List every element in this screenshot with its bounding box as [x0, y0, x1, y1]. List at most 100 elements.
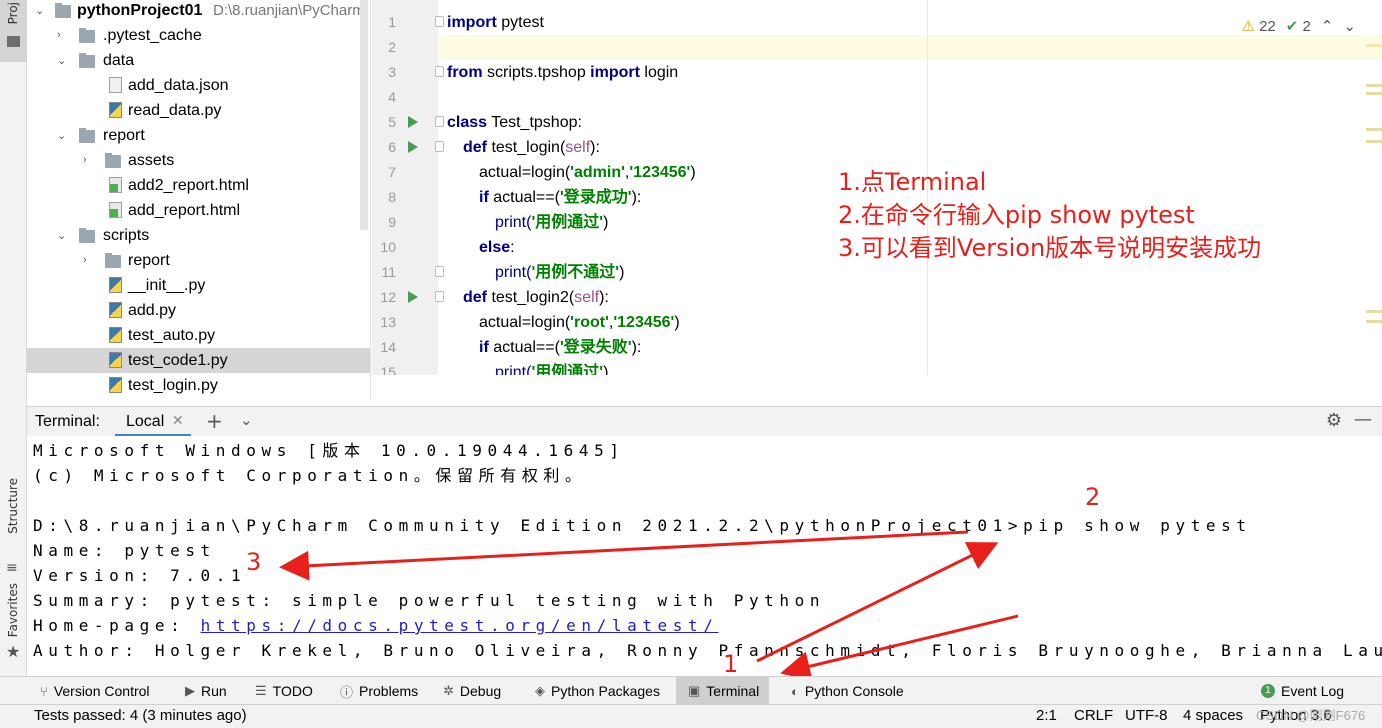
tree-item-scripts[interactable]: ⌄ scripts — [27, 223, 370, 248]
bug-icon: ✲ — [443, 683, 454, 698]
chevron-down-icon[interactable]: ⌄ — [57, 129, 67, 142]
scroll-mark[interactable] — [1366, 84, 1382, 87]
scroll-mark[interactable] — [1366, 140, 1382, 143]
minimize-icon[interactable]: — — [1354, 409, 1372, 430]
code-line-1: import pytest — [447, 14, 544, 31]
add-tab-icon[interactable]: + — [206, 409, 223, 433]
homepage-link[interactable]: https://docs.pytest.org/en/latest/ — [201, 616, 719, 635]
tree-item-add-py[interactable]: add.py — [27, 298, 370, 323]
tool-python-console[interactable]: ◐ Python Console — [791, 677, 904, 705]
inspection-widget[interactable]: ⚠ 22 ✔ 2 ⌃ ⌄ — [1241, 17, 1356, 35]
fold-marker-icon[interactable] — [435, 16, 444, 27]
warning-indicator[interactable]: ⚠ 22 — [1241, 17, 1275, 35]
folder-icon — [7, 36, 20, 47]
fold-marker-icon[interactable] — [435, 266, 444, 277]
annotation-step-2: 2.在命令行输入pip show pytest — [838, 201, 1195, 229]
tree-item-assets[interactable]: › assets — [27, 148, 370, 173]
event-count-badge: 1 — [1261, 684, 1275, 698]
line-number: 7 — [388, 164, 396, 180]
chevron-right-icon[interactable]: › — [83, 254, 93, 266]
python-file-icon — [109, 277, 122, 293]
gear-icon[interactable]: ⚙ — [1326, 410, 1342, 431]
tree-item-label: __init__.py — [128, 276, 206, 294]
tree-item-scripts-report[interactable]: › report — [27, 248, 370, 273]
favorites-tool-tab[interactable]: Favorites — [6, 583, 20, 637]
tree-item-label: add.py — [128, 301, 177, 319]
tool-problems[interactable]: ⓘ Problems — [340, 677, 418, 705]
fold-marker-icon[interactable] — [435, 66, 444, 77]
branch-icon: ⑂ — [40, 683, 48, 699]
chevron-down-icon[interactable]: ⌄ — [240, 411, 253, 429]
tree-item-init-py[interactable]: __init__.py — [27, 273, 370, 298]
tab-local[interactable]: Local ✕ — [115, 407, 191, 437]
marker-1: 1 — [723, 650, 739, 678]
tree-item-report[interactable]: ⌄ report — [27, 123, 370, 148]
run-class-icon[interactable] — [408, 116, 418, 128]
code-line-5: class Test_tpshop: — [447, 114, 582, 131]
python-file-icon — [109, 302, 122, 318]
chevron-up-icon[interactable]: ⌃ — [1321, 17, 1334, 35]
close-icon[interactable]: ✕ — [172, 413, 184, 429]
file-encoding[interactable]: UTF-8 — [1125, 707, 1168, 724]
ok-indicator[interactable]: ✔ 2 — [1286, 17, 1311, 35]
tree-item-read-data-py[interactable]: read_data.py — [27, 98, 370, 123]
scroll-mark[interactable] — [1366, 44, 1382, 47]
chevron-right-icon[interactable]: › — [57, 29, 67, 41]
terminal-line: Name: pytest — [33, 541, 216, 560]
tree-item-test-auto-py[interactable]: test_auto.py — [27, 323, 370, 348]
folder-icon — [79, 128, 95, 143]
tree-item-pytest-cache[interactable]: › .pytest_cache — [27, 23, 370, 48]
tree-item-add-report-html[interactable]: add_report.html — [27, 198, 370, 223]
scroll-mark[interactable] — [1366, 128, 1382, 131]
run-test-icon[interactable] — [408, 291, 418, 303]
tool-python-packages[interactable]: ◈ Python Packages — [535, 677, 660, 705]
info-icon: ⓘ — [340, 684, 354, 700]
fold-marker-icon[interactable] — [435, 141, 444, 152]
code-line-6: def test_login(self): — [463, 139, 600, 156]
json-file-icon — [109, 77, 122, 93]
run-test-icon[interactable] — [408, 141, 418, 153]
chevron-down-icon[interactable]: ⌄ — [35, 4, 45, 17]
indent-setting[interactable]: 4 spaces — [1183, 707, 1243, 724]
python-file-icon — [109, 327, 122, 343]
tree-item-data[interactable]: ⌄ data — [27, 48, 370, 73]
caret-position[interactable]: 2:1 — [1036, 707, 1057, 724]
code-line-7: actual=login('admin','123456') — [479, 164, 696, 181]
fold-marker-icon[interactable] — [435, 116, 444, 127]
line-number: 10 — [380, 239, 396, 255]
project-tree: ⌄ pythonProject01 D:\8.ruanjian\PyCharm … — [27, 0, 371, 401]
tool-run[interactable]: ▶ Run — [185, 677, 227, 705]
python-file-icon — [109, 377, 122, 393]
tree-root[interactable]: ⌄ pythonProject01 D:\8.ruanjian\PyCharm — [27, 0, 370, 23]
tool-terminal[interactable]: ▣ Terminal — [676, 677, 770, 705]
line-separator[interactable]: CRLF — [1074, 707, 1113, 724]
code-editor[interactable]: 1 2 3 4 5 6 7 8 9 10 11 12 13 14 15 impo… — [372, 0, 1382, 375]
scroll-mark[interactable] — [1366, 92, 1382, 95]
scroll-mark[interactable] — [1366, 320, 1382, 323]
fold-marker-icon[interactable] — [435, 291, 444, 302]
code-line-15: print('用例通过') — [495, 364, 609, 375]
terminal-line: Author: Holger Krekel, Bruno Oliveira, R… — [33, 641, 1382, 660]
tree-item-test-code1-py[interactable]: test_code1.py — [27, 348, 370, 373]
chevron-down-icon[interactable]: ⌄ — [57, 229, 67, 242]
structure-tool-tab[interactable]: Structure — [6, 478, 20, 534]
tree-item-test-login-py[interactable]: test_login.py — [27, 373, 370, 398]
tree-item-add2-report-html[interactable]: add2_report.html — [27, 173, 370, 198]
tool-todo[interactable]: ☰ TODO — [255, 677, 313, 705]
chevron-down-icon[interactable]: ⌄ — [57, 54, 67, 67]
html-file-icon — [109, 177, 122, 193]
chevron-down-icon[interactable]: ⌄ — [1343, 17, 1356, 35]
terminal-line: (c) Microsoft Corporation。保留所有权利。 — [33, 466, 587, 485]
tool-event-log[interactable]: 1 Event Log — [1261, 677, 1344, 705]
scroll-mark[interactable] — [1366, 310, 1382, 313]
tool-debug[interactable]: ✲ Debug — [443, 677, 501, 705]
status-message[interactable]: Tests passed: 4 (3 minutes ago) — [34, 707, 247, 724]
project-tool-tab[interactable]: Proj — [0, 0, 27, 62]
tree-item-add-data-json[interactable]: add_data.json — [27, 73, 370, 98]
tree-item-label: add_data.json — [128, 76, 229, 94]
tree-scrollbar[interactable] — [360, 0, 368, 230]
tree-item-label: add_report.html — [128, 201, 241, 219]
tool-version-control[interactable]: ⑂ Version Control — [40, 677, 150, 705]
terminal-output[interactable]: Microsoft Windows [版本 10.0.19044.1645] (… — [27, 436, 1382, 676]
chevron-right-icon[interactable]: › — [83, 154, 93, 166]
